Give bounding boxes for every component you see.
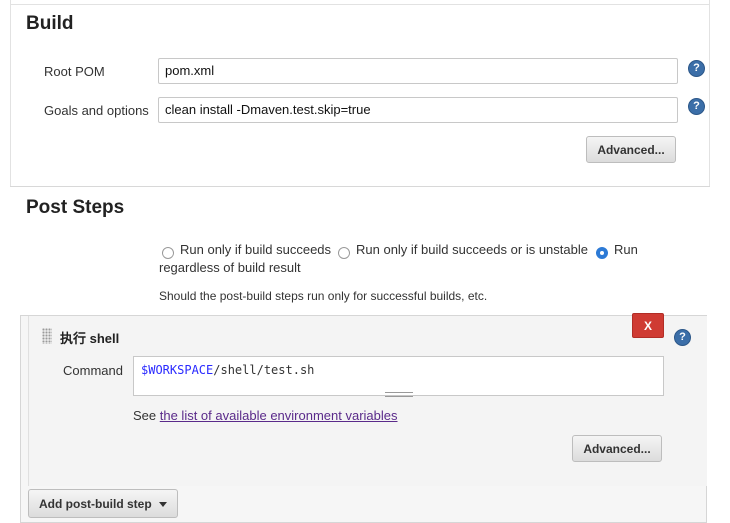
radio-run-if-succeeds-or-unstable[interactable]	[338, 247, 350, 259]
goals-options-label: Goals and options	[44, 103, 149, 118]
root-pom-label: Root POM	[44, 64, 105, 79]
shell-step-title: 执行 shell	[60, 331, 120, 346]
radio-run-regardless[interactable]	[596, 247, 608, 259]
add-post-build-step-button[interactable]: Add post-build step	[28, 489, 178, 518]
add-post-build-step-label: Add post-build step	[39, 497, 152, 511]
post-steps-description: Should the post-build steps run only for…	[159, 289, 488, 303]
radio-run-if-succeeds-or-unstable-label: Run only if build succeeds or is unstabl…	[356, 242, 588, 257]
help-icon[interactable]: ?	[688, 98, 705, 115]
radio-run-regardless-label-cont: regardless of build result	[159, 260, 301, 275]
command-variable: $WORKSPACE	[141, 363, 214, 377]
root-pom-input[interactable]: pom.xml	[158, 58, 678, 84]
env-vars-link[interactable]: the list of available environment variab…	[160, 408, 398, 423]
help-icon[interactable]: ?	[674, 329, 691, 346]
radio-run-if-succeeds-label: Run only if build succeeds	[180, 242, 332, 257]
post-steps-section-title: Post Steps	[26, 197, 125, 218]
command-textarea[interactable]: $WORKSPACE/shell/test.sh	[133, 356, 664, 396]
env-vars-hint: See the list of available environment va…	[133, 408, 398, 423]
env-vars-hint-prefix: See	[133, 408, 160, 423]
drag-handle-icon[interactable]	[42, 328, 52, 344]
goals-options-input[interactable]: clean install -Dmaven.test.skip=true	[158, 97, 678, 123]
build-section-title: Build	[26, 13, 74, 34]
chevron-down-icon	[159, 502, 167, 507]
build-advanced-button[interactable]: Advanced...	[586, 136, 676, 163]
build-section-top-border	[10, 4, 710, 5]
resize-grip-icon[interactable]	[385, 392, 413, 397]
radio-run-regardless-label: Run	[614, 242, 638, 257]
command-label: Command	[63, 363, 123, 378]
radio-run-if-succeeds[interactable]	[162, 247, 174, 259]
step-advanced-button[interactable]: Advanced...	[572, 435, 662, 462]
command-path: /shell/test.sh	[213, 363, 315, 377]
section-divider	[10, 186, 710, 187]
help-icon[interactable]: ?	[688, 60, 705, 77]
delete-step-button[interactable]: X	[632, 313, 664, 338]
